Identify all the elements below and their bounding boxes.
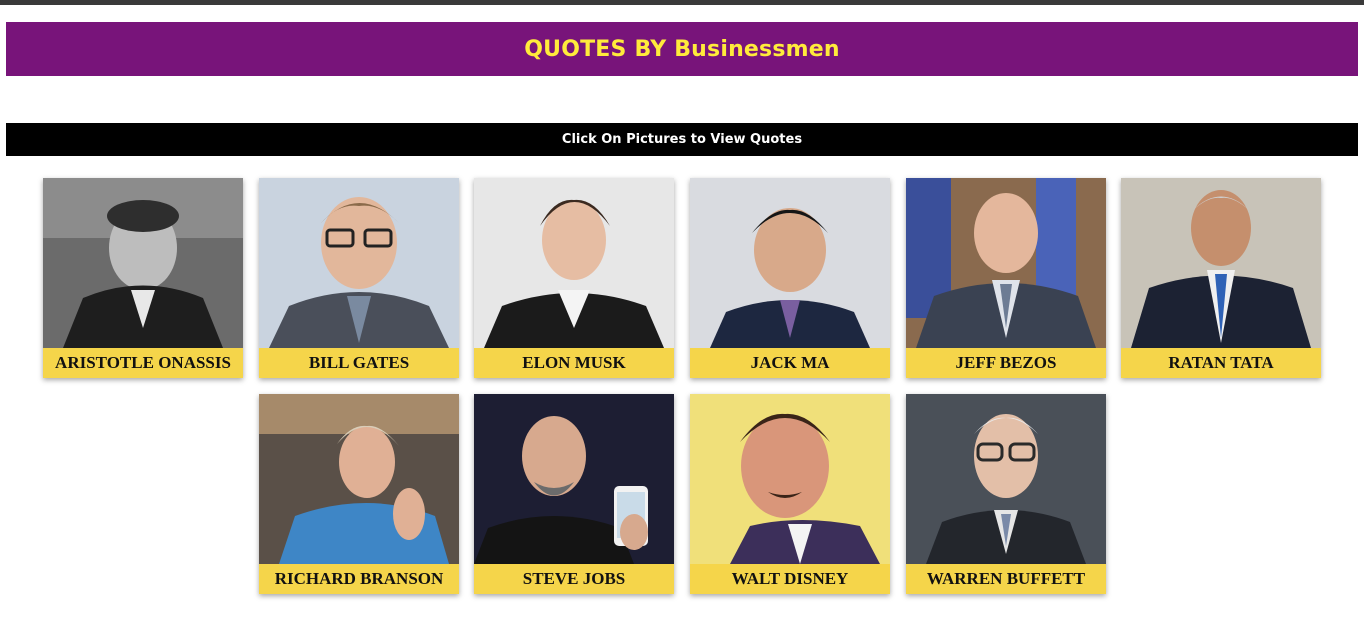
portrait-photo[interactable] [1121, 178, 1321, 348]
person-card-ratan-tata[interactable]: RATAN TATA [1121, 178, 1321, 378]
top-border [0, 0, 1364, 5]
person-card-jeff-bezos[interactable]: JEFF BEZOS [906, 178, 1106, 378]
person-name-label: RICHARD BRANSON [259, 564, 459, 594]
portrait-photo[interactable] [690, 394, 890, 564]
portrait-photo[interactable] [906, 394, 1106, 564]
person-name-label: RATAN TATA [1121, 348, 1321, 378]
portrait-photo[interactable] [474, 394, 674, 564]
person-card-elon-musk[interactable]: ELON MUSK [474, 178, 674, 378]
portrait-photo[interactable] [43, 178, 243, 348]
person-name-label: JEFF BEZOS [906, 348, 1106, 378]
page-header: QUOTES BY Businessmen [6, 22, 1358, 76]
person-card-richard-branson[interactable]: RICHARD BRANSON [259, 394, 459, 594]
portrait-photo[interactable] [259, 178, 459, 348]
person-name-label: ARISTOTLE ONASSIS [43, 348, 243, 378]
portrait-photo[interactable] [474, 178, 674, 348]
page-title: QUOTES BY Businessmen [524, 36, 840, 62]
person-name-label: WARREN BUFFETT [906, 564, 1106, 594]
person-card-walt-disney[interactable]: WALT DISNEY [690, 394, 890, 594]
person-name-label: BILL GATES [259, 348, 459, 378]
person-name-label: STEVE JOBS [474, 564, 674, 594]
instruction-text: Click On Pictures to View Quotes [561, 132, 803, 147]
person-name-label: JACK MA [690, 348, 890, 378]
portrait-photo[interactable] [690, 178, 890, 348]
person-card-warren-buffett[interactable]: WARREN BUFFETT [906, 394, 1106, 594]
portrait-photo[interactable] [259, 394, 459, 564]
person-card-aristotle-onassis[interactable]: ARISTOTLE ONASSIS [43, 178, 243, 378]
person-card-jack-ma[interactable]: JACK MA [690, 178, 890, 378]
portrait-photo[interactable] [906, 178, 1106, 348]
person-name-label: ELON MUSK [474, 348, 674, 378]
person-card-bill-gates[interactable]: BILL GATES [259, 178, 459, 378]
person-card-steve-jobs[interactable]: STEVE JOBS [474, 394, 674, 594]
person-name-label: WALT DISNEY [690, 564, 890, 594]
instruction-banner: Click On Pictures to View Quotes [6, 123, 1358, 156]
